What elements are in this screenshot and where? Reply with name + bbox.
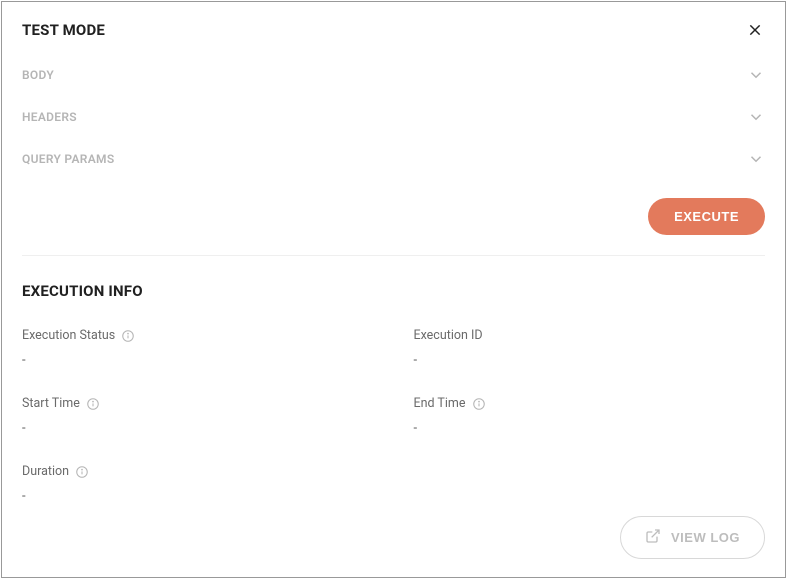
field-execution-id: Execution ID -	[414, 328, 766, 368]
panel-header: TEST MODE	[22, 20, 765, 40]
duration-label: Duration	[22, 464, 69, 479]
view-log-label: VIEW LOG	[671, 530, 740, 545]
duration-value: -	[22, 489, 374, 504]
test-mode-panel: TEST MODE BODY HEADERS QUERY PARAMS	[1, 1, 786, 578]
execution-id-value: -	[414, 353, 766, 368]
chevron-down-icon	[747, 150, 765, 168]
execution-status-label: Execution Status	[22, 328, 115, 343]
info-icon[interactable]	[86, 397, 100, 411]
accordion-body-label: BODY	[22, 68, 54, 82]
view-log-button[interactable]: VIEW LOG	[620, 516, 765, 559]
execution-info-grid: Execution Status - Execution ID - Start …	[22, 328, 765, 504]
accordion-query-params[interactable]: QUERY PARAMS	[22, 138, 765, 180]
info-icon[interactable]	[75, 465, 89, 479]
execution-info-title: EXECUTION INFO	[22, 282, 765, 300]
panel-title: TEST MODE	[22, 21, 105, 39]
accordion-query-params-label: QUERY PARAMS	[22, 152, 114, 166]
field-execution-status: Execution Status -	[22, 328, 374, 368]
field-start-time: Start Time -	[22, 396, 374, 436]
end-time-label: End Time	[414, 396, 466, 411]
info-icon[interactable]	[472, 397, 486, 411]
execute-row: EXECUTE	[22, 180, 765, 256]
accordion-headers-label: HEADERS	[22, 110, 77, 124]
start-time-label: Start Time	[22, 396, 80, 411]
end-time-value: -	[414, 421, 766, 436]
close-icon[interactable]	[745, 20, 765, 40]
info-icon[interactable]	[121, 329, 135, 343]
accordion-headers[interactable]: HEADERS	[22, 96, 765, 138]
execution-id-label: Execution ID	[414, 328, 483, 343]
execute-button[interactable]: EXECUTE	[648, 198, 765, 235]
accordion-body[interactable]: BODY	[22, 54, 765, 96]
view-log-row: VIEW LOG	[620, 516, 765, 559]
start-time-value: -	[22, 421, 374, 436]
chevron-down-icon	[747, 108, 765, 126]
field-end-time: End Time -	[414, 396, 766, 436]
external-link-icon	[645, 528, 661, 547]
chevron-down-icon	[747, 66, 765, 84]
execution-status-value: -	[22, 353, 374, 368]
field-duration: Duration -	[22, 464, 374, 504]
